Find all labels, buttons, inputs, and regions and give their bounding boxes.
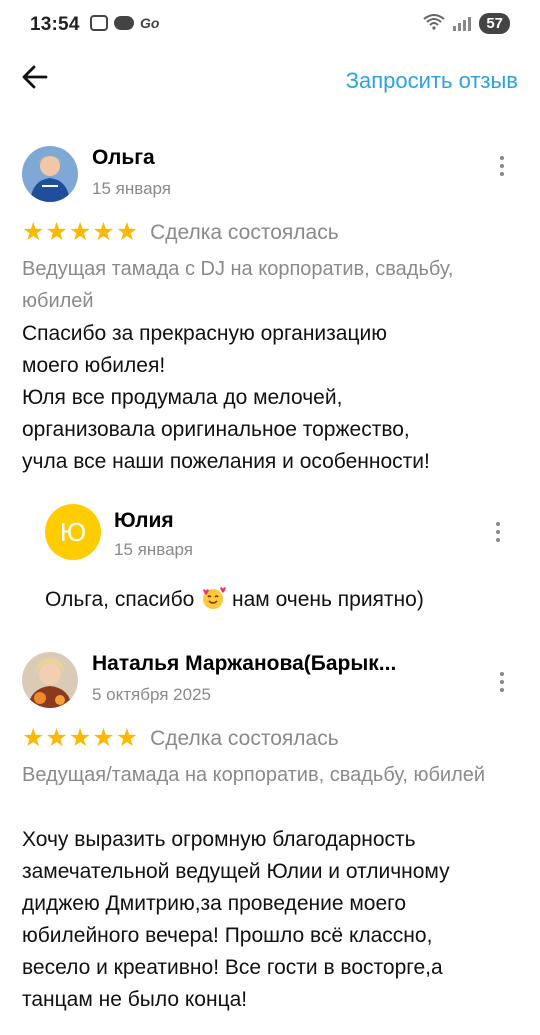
wifi-icon xyxy=(423,14,445,33)
reply-text-part: Ольга, спасибо xyxy=(45,588,195,611)
top-bar: Запросить отзыв xyxy=(0,52,540,108)
star-icon: ★ xyxy=(92,724,115,752)
battery-indicator: 57 xyxy=(479,13,510,34)
rating-row: ★ ★ ★ ★ ★ Сделка состоялась xyxy=(22,726,339,751)
status-bar: 13:54 Go 57 xyxy=(0,0,540,50)
reviewer-name[interactable]: Наталья Маржанова(Барык... xyxy=(92,652,396,676)
app-notification-icon xyxy=(114,16,134,30)
notification-icons: Go xyxy=(90,15,159,31)
star-icon: ★ xyxy=(92,218,115,246)
more-vertical-icon xyxy=(496,522,500,526)
more-vertical-icon xyxy=(500,672,504,676)
review-text: Хочу выразить огромную благодарность зам… xyxy=(22,828,450,1011)
star-icon: ★ xyxy=(68,724,92,752)
avatar: Ю xyxy=(45,504,101,560)
back-button[interactable] xyxy=(20,62,60,98)
star-icon: ★ xyxy=(115,724,139,752)
star-rating: ★ ★ ★ ★ ★ xyxy=(22,726,138,751)
smiling-face-with-hearts-icon xyxy=(203,587,227,609)
service-title: Ведущая/тамада на корпоратив, свадьбу, ю… xyxy=(22,764,486,786)
request-review-link[interactable]: Запросить отзыв xyxy=(346,68,518,94)
seller-reply: Ю Юлия 15 января Ольга, спасибо нам очен… xyxy=(0,504,540,614)
star-icon: ★ xyxy=(22,218,45,246)
review-date: 15 января xyxy=(92,179,171,198)
status-time: 13:54 xyxy=(30,14,80,35)
more-options-button[interactable] xyxy=(492,150,512,182)
star-icon: ★ xyxy=(115,218,139,246)
screenshot-icon xyxy=(90,15,108,31)
more-options-button[interactable] xyxy=(492,666,512,698)
review-card: Ольга 15 января ★ ★ ★ ★ ★ Сделка состоял… xyxy=(22,146,522,486)
reply-text: Ольга, спасибо нам очень приятно) xyxy=(45,586,424,612)
star-icon: ★ xyxy=(22,724,45,752)
reviewer-name[interactable]: Ольга xyxy=(92,146,155,170)
go-app-icon: Go xyxy=(140,15,160,31)
avatar-letter: Ю xyxy=(59,516,87,547)
more-vertical-icon xyxy=(500,156,504,160)
star-icon: ★ xyxy=(45,218,68,246)
avatar xyxy=(22,652,78,708)
reply-author-name[interactable]: Юлия xyxy=(114,509,174,533)
deal-status: Сделка состоялась xyxy=(150,220,339,244)
rating-row: ★ ★ ★ ★ ★ Сделка состоялась xyxy=(22,220,339,245)
star-icon: ★ xyxy=(45,724,68,752)
star-icon: ★ xyxy=(68,218,92,246)
reply-text-part: нам очень приятно) xyxy=(232,588,424,611)
deal-status: Сделка состоялась xyxy=(150,726,339,750)
avatar xyxy=(22,146,78,202)
service-title: Ведущая тамада с DJ на корпоратив, свадь… xyxy=(22,258,454,312)
reply-date: 15 января xyxy=(114,540,193,559)
star-rating: ★ ★ ★ ★ ★ xyxy=(22,220,138,245)
system-icons: 57 xyxy=(423,13,510,34)
arrow-left-icon xyxy=(22,65,48,89)
more-options-button[interactable] xyxy=(488,516,508,548)
review-date: 5 октября 2025 xyxy=(92,685,211,704)
review-text: Спасибо за прекрасную организацию моего … xyxy=(22,322,430,473)
review-card: Наталья Маржанова(Барык... 5 октября 202… xyxy=(22,652,522,1035)
signal-icon xyxy=(453,16,472,31)
